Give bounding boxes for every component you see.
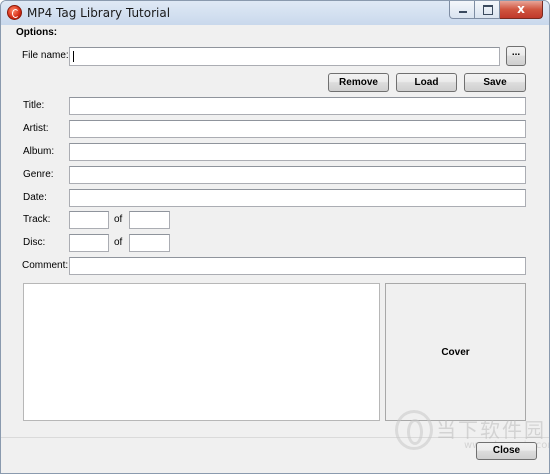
main-window: MP4 Tag Library Tutorial x Options: File… <box>0 0 550 474</box>
close-window-button[interactable]: x <box>500 1 543 19</box>
album-label: Album: <box>23 146 55 157</box>
disc-label: Disc: <box>23 237 46 248</box>
track-of-label: of <box>114 214 123 225</box>
title-input[interactable] <box>69 97 526 115</box>
remove-button[interactable]: Remove <box>328 73 389 92</box>
artist-label: Artist: <box>23 123 49 134</box>
artist-input[interactable] <box>69 120 526 138</box>
window-title: MP4 Tag Library Tutorial <box>27 6 171 20</box>
track-total-input[interactable] <box>129 211 170 229</box>
disc-number-input[interactable] <box>69 234 109 252</box>
close-icon: x <box>517 2 525 16</box>
cover-label: Cover <box>441 347 470 358</box>
comment-input[interactable] <box>69 257 526 275</box>
window-controls: x <box>449 1 543 19</box>
disc-of-label: of <box>114 237 123 248</box>
close-button[interactable]: Close <box>476 442 537 460</box>
file-name-label: File name: <box>22 50 69 61</box>
genre-label: Genre: <box>23 169 54 180</box>
title-bar[interactable]: MP4 Tag Library Tutorial x <box>1 1 549 25</box>
cover-art-panel[interactable]: Cover <box>385 283 526 421</box>
minimize-icon[interactable] <box>449 1 475 19</box>
text-area-panel[interactable] <box>23 283 380 421</box>
options-heading: Options: <box>16 27 58 38</box>
title-label: Title: <box>23 100 45 111</box>
disc-total-input[interactable] <box>129 234 170 252</box>
load-button[interactable]: Load <box>396 73 457 92</box>
footer-divider <box>1 437 549 438</box>
file-name-input[interactable] <box>69 47 500 66</box>
track-number-input[interactable] <box>69 211 109 229</box>
browse-button[interactable]: ... <box>506 46 526 66</box>
track-label: Track: <box>23 214 51 225</box>
genre-input[interactable] <box>69 166 526 184</box>
date-input[interactable] <box>69 189 526 207</box>
date-label: Date: <box>23 192 47 203</box>
save-button[interactable]: Save <box>464 73 526 92</box>
comment-label: Comment: <box>22 260 69 271</box>
app-icon <box>7 5 22 20</box>
album-input[interactable] <box>69 143 526 161</box>
maximize-icon[interactable] <box>475 1 500 19</box>
